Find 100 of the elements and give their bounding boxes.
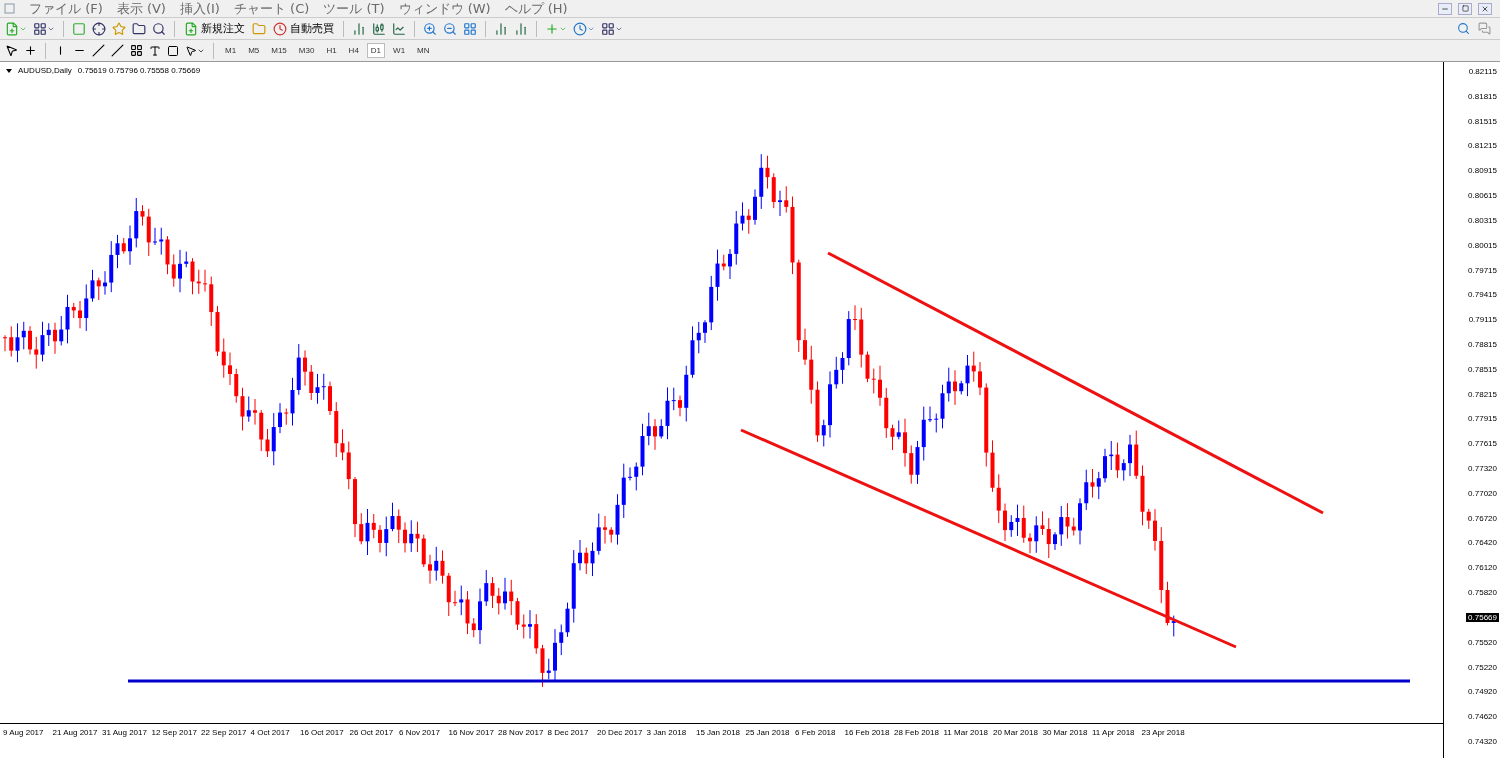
price-label: 0.80315 bbox=[1467, 215, 1498, 225]
date-label: 12 Sep 2017 bbox=[151, 728, 197, 737]
price-label: 0.74620 bbox=[1467, 712, 1498, 722]
autoscroll-button[interactable] bbox=[513, 20, 529, 37]
tester-button[interactable] bbox=[151, 20, 167, 37]
grid-icon bbox=[33, 21, 47, 36]
price-label: 0.80615 bbox=[1467, 191, 1498, 201]
clock-icon bbox=[273, 21, 287, 36]
price-label: 0.76720 bbox=[1467, 513, 1498, 523]
price-label: 0.75820 bbox=[1467, 588, 1498, 598]
candlestick-button[interactable] bbox=[371, 20, 387, 37]
menu-item[interactable]: 表示 (V) bbox=[116, 0, 166, 18]
arrows-button[interactable] bbox=[184, 43, 206, 58]
bar-chart-button[interactable] bbox=[351, 20, 367, 37]
restore-button[interactable] bbox=[1458, 2, 1472, 15]
zoom-out-button[interactable] bbox=[442, 20, 458, 37]
date-label: 4 Oct 2017 bbox=[250, 728, 291, 737]
menu-item[interactable]: ヘルプ (H) bbox=[504, 0, 568, 18]
profiles-button[interactable] bbox=[32, 20, 56, 37]
close-button[interactable] bbox=[1478, 2, 1492, 15]
timeframe-button[interactable]: M1 bbox=[221, 43, 241, 58]
close-icon bbox=[1481, 4, 1489, 13]
grid-icon bbox=[601, 21, 615, 36]
price-label: 0.78515 bbox=[1467, 364, 1498, 374]
date-label: 26 Oct 2017 bbox=[349, 728, 395, 737]
price-label: 0.79115 bbox=[1467, 315, 1498, 325]
cursor-button[interactable] bbox=[4, 43, 19, 58]
star-icon bbox=[112, 21, 126, 36]
speech-bubbles-icon bbox=[1478, 22, 1491, 35]
diagonal-line-icon bbox=[111, 44, 124, 57]
timeframe-button[interactable]: M30 bbox=[294, 43, 319, 58]
search-button[interactable] bbox=[1456, 21, 1471, 36]
price-label: 0.77915 bbox=[1467, 414, 1498, 424]
date-label: 6 Nov 2017 bbox=[399, 728, 441, 737]
grid-icon bbox=[130, 44, 143, 57]
timeframe-button[interactable]: M5 bbox=[244, 43, 264, 58]
date-label: 11 Mar 2018 bbox=[943, 728, 989, 737]
menu-item[interactable]: チャート (C) bbox=[233, 0, 310, 18]
diagonal-line-icon bbox=[92, 44, 105, 57]
text-tool-button[interactable] bbox=[148, 43, 162, 58]
menu-item[interactable]: ウィンドウ (W) bbox=[398, 0, 491, 18]
date-label: 16 Nov 2017 bbox=[448, 728, 494, 737]
price-label: 0.77615 bbox=[1467, 439, 1498, 449]
date-label: 9 Aug 2017 bbox=[3, 728, 45, 737]
channel-button[interactable] bbox=[110, 43, 125, 58]
date-label: 31 Aug 2017 bbox=[102, 728, 148, 737]
price-label: 0.80015 bbox=[1467, 240, 1498, 250]
timeframe-button[interactable]: W1 bbox=[389, 43, 410, 58]
date-label: 22 Sep 2017 bbox=[201, 728, 247, 737]
current-price-label: 0.75669 bbox=[1466, 612, 1499, 622]
plus-icon bbox=[545, 21, 559, 36]
file-plus-icon bbox=[184, 21, 198, 36]
magnifier-icon bbox=[152, 21, 166, 36]
terminal-button[interactable] bbox=[131, 20, 147, 37]
bar-chart-icon bbox=[494, 21, 508, 36]
file-plus-icon bbox=[5, 21, 19, 36]
restore-icon bbox=[1461, 5, 1469, 12]
trendline-button[interactable] bbox=[91, 43, 106, 58]
new-order-button[interactable]: 新規注文 bbox=[182, 20, 247, 37]
zoom-in-button[interactable] bbox=[422, 20, 438, 37]
auto-trading-button[interactable]: 自動売買 bbox=[271, 20, 336, 37]
templates-button[interactable] bbox=[600, 20, 624, 37]
price-label: 0.75520 bbox=[1467, 637, 1498, 647]
crosshair-button[interactable] bbox=[23, 43, 38, 58]
tile-windows-button[interactable] bbox=[462, 20, 478, 37]
price-label: 0.77320 bbox=[1467, 464, 1498, 473]
date-label: 15 Jan 2018 bbox=[696, 728, 742, 737]
date-label: 20 Mar 2018 bbox=[993, 728, 1039, 737]
date-label: 16 Feb 2018 bbox=[844, 728, 890, 737]
line-chart-button[interactable] bbox=[391, 20, 407, 37]
zoom-in-icon bbox=[423, 21, 437, 36]
price-label: 0.79715 bbox=[1467, 265, 1498, 275]
date-label: 21 Aug 2017 bbox=[52, 728, 98, 737]
date-label: 23 Apr 2018 bbox=[1141, 728, 1186, 737]
text-icon bbox=[149, 44, 161, 57]
price-label: 0.81515 bbox=[1467, 116, 1498, 126]
periods-button[interactable] bbox=[572, 20, 596, 37]
menu-item[interactable]: ファイル (F) bbox=[29, 0, 103, 18]
crosshair-icon bbox=[24, 44, 37, 57]
menu-item[interactable]: ツール (T) bbox=[323, 0, 385, 18]
cursor-icon bbox=[5, 44, 18, 57]
timeframe-button[interactable]: H4 bbox=[344, 43, 363, 58]
fibonacci-button[interactable] bbox=[129, 43, 144, 58]
dropdown-icon[interactable] bbox=[6, 68, 12, 73]
grid-icon bbox=[463, 21, 477, 36]
chart-shift-button[interactable] bbox=[493, 20, 509, 37]
bar-chart-icon bbox=[514, 21, 528, 36]
price-label: 0.76420 bbox=[1467, 538, 1498, 548]
timeframe-button[interactable]: M15 bbox=[267, 43, 291, 58]
timeframe-button[interactable]: MN bbox=[413, 43, 434, 58]
date-label: 8 Dec 2017 bbox=[547, 728, 590, 737]
date-label: 30 Mar 2018 bbox=[1042, 728, 1088, 737]
menu-item[interactable]: 挿入(I) bbox=[179, 0, 220, 18]
folder-icon bbox=[132, 21, 146, 36]
crosshair-button[interactable] bbox=[91, 20, 107, 37]
bar-chart-icon bbox=[352, 21, 366, 36]
price-label: 0.80915 bbox=[1467, 166, 1498, 176]
timeframe-button[interactable]: D1 bbox=[366, 43, 386, 58]
ohlc-values: 0.75619 0.75796 0.75558 0.75669 bbox=[77, 66, 201, 75]
timeframe-button[interactable]: H1 bbox=[322, 43, 341, 58]
